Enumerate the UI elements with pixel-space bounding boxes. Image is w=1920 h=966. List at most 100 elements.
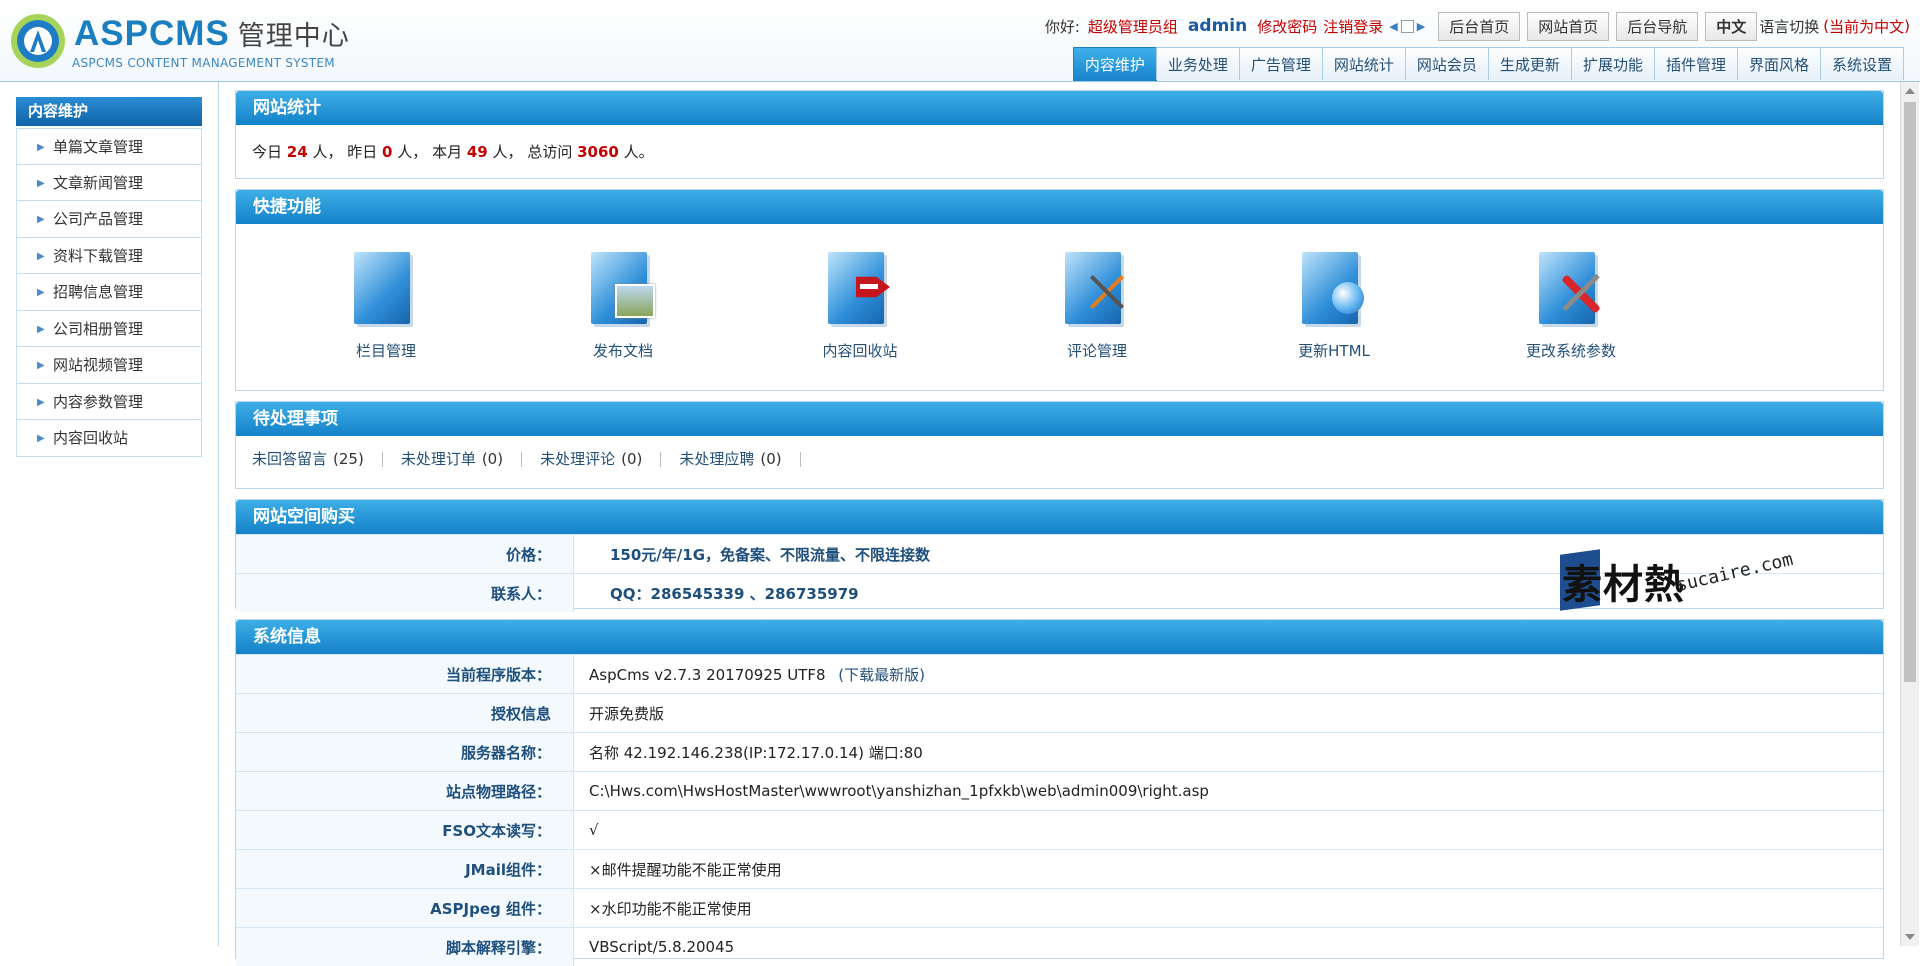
todo-count: (0) [621, 450, 642, 468]
tab-content[interactable]: 内容维护 [1073, 47, 1157, 81]
top-bar: 你好: 超级管理员组 admin 修改密码 注销登录 ◀ ▶ 后台首页 网站首页… [1045, 12, 1910, 40]
tab-themes[interactable]: 界面风格 [1737, 47, 1821, 80]
tab-extensions[interactable]: 扩展功能 [1571, 47, 1655, 80]
today-label: 今日 [252, 143, 282, 161]
folder-icon[interactable] [348, 246, 420, 328]
tab-stats[interactable]: 网站统计 [1322, 47, 1406, 80]
chevron-right-icon: ▶ [37, 420, 45, 457]
watermark-cn: 素材熱 [1562, 552, 1685, 610]
quick-label[interactable]: 更改系统参数 [1481, 340, 1661, 361]
arrow-right-icon[interactable]: ▶ [1417, 20, 1425, 33]
admin-nav-button[interactable]: 后台导航 [1616, 12, 1698, 41]
quick-item-html[interactable]: 更新HTML [1244, 246, 1481, 361]
today-count: 24 [287, 143, 308, 161]
tab-ads[interactable]: 广告管理 [1239, 47, 1323, 80]
scroll-up-icon[interactable] [1905, 88, 1915, 94]
sidebar-item-jobs[interactable]: ▶招聘信息管理 [16, 274, 202, 311]
folder-image-icon[interactable] [585, 246, 657, 328]
table-row: FSO文本读写：√ [236, 811, 1883, 850]
todo-label[interactable]: 未回答留言 [252, 450, 327, 468]
chevron-right-icon: ▶ [37, 238, 45, 275]
scrollbar-thumb[interactable] [1904, 102, 1916, 682]
chevron-right-icon: ▶ [37, 347, 45, 384]
sidebar-item-params[interactable]: ▶内容参数管理 [16, 384, 202, 421]
header: ASPCMS管理中心 ASPCMS CONTENT MANAGEMENT SYS… [0, 0, 1920, 82]
row-key: FSO文本读写： [236, 811, 574, 850]
sidebar-item-news[interactable]: ▶文章新闻管理 [16, 165, 202, 202]
username: admin [1188, 16, 1247, 36]
todo-pending-orders[interactable]: 未处理订单 (0) [401, 452, 522, 467]
change-password-link[interactable]: 修改密码 [1257, 16, 1317, 37]
folder-edit-icon[interactable] [1059, 246, 1131, 328]
quick-label[interactable]: 更新HTML [1244, 340, 1424, 361]
sidebar-item-products[interactable]: ▶公司产品管理 [16, 201, 202, 238]
sidebar-item-downloads[interactable]: ▶资料下载管理 [16, 238, 202, 275]
logo-tagline: ASPCMS CONTENT MANAGEMENT SYSTEM [72, 56, 335, 70]
arrow-left-icon[interactable]: ◀ [1389, 20, 1397, 33]
sidebar-item-label: 网站视频管理 [53, 356, 143, 374]
user-role: 超级管理员组 [1088, 16, 1178, 37]
scroll-down-icon[interactable] [1905, 934, 1915, 940]
download-latest-link[interactable]: (下载最新版) [838, 666, 925, 684]
stats-panel: 网站统计 今日 24 人， 昨日 0 人， 本月 49 人， 总访问 3060 … [235, 90, 1884, 179]
unit-label: 人， [397, 143, 427, 161]
table-row: 服务器名称：名称 42.192.146.238(IP:172.17.0.14) … [236, 733, 1883, 772]
sidebar-item-label: 单篇文章管理 [53, 138, 143, 156]
sidebar-item-single-article[interactable]: ▶单篇文章管理 [16, 128, 202, 165]
todo-unanswered-messages[interactable]: 未回答留言 (25) [252, 452, 383, 467]
todo-panel: 待处理事项 未回答留言(25) 未处理订单(0) 未处理评论(0) 未处理应聘(… [235, 401, 1884, 489]
todo-label[interactable]: 未处理订单 [401, 450, 476, 468]
chinese-button[interactable]: 中文 [1705, 12, 1757, 41]
admin-home-button[interactable]: 后台首页 [1438, 12, 1520, 41]
todo-label[interactable]: 未处理评论 [540, 450, 615, 468]
folder-globe-icon[interactable] [1296, 246, 1368, 328]
greeting: 你好: [1045, 16, 1080, 37]
todo-pending-comments[interactable]: 未处理评论 (0) [540, 452, 661, 467]
tab-plugins[interactable]: 插件管理 [1654, 47, 1738, 80]
folder-delete-icon[interactable] [822, 246, 894, 328]
todo-pending-applications[interactable]: 未处理应聘(0) [679, 452, 800, 467]
quick-label[interactable]: 内容回收站 [770, 340, 950, 361]
quick-list: 栏目管理 发布文档 内容回收站 评论管理 更新HTML 更改系统参数 [236, 224, 1883, 361]
tab-business[interactable]: 业务处理 [1156, 47, 1240, 80]
quick-item-publish[interactable]: 发布文档 [533, 246, 770, 361]
todo-list: 未回答留言 (25) 未处理订单 (0) 未处理评论 (0) 未处理应聘(0) [236, 436, 1883, 467]
row-key: 站点物理路径： [236, 772, 574, 811]
sidebar-item-label: 招聘信息管理 [53, 283, 143, 301]
tab-generate[interactable]: 生成更新 [1488, 47, 1572, 80]
yesterday-count: 0 [382, 143, 392, 161]
quick-item-columns[interactable]: 栏目管理 [296, 246, 533, 361]
tab-members[interactable]: 网站会员 [1405, 47, 1489, 80]
quick-label[interactable]: 评论管理 [1007, 340, 1187, 361]
sidebar-item-album[interactable]: ▶公司相册管理 [16, 311, 202, 348]
row-key: ASPJpeg 组件： [236, 889, 574, 928]
folder-tools-icon[interactable] [1533, 246, 1605, 328]
vertical-scrollbar[interactable] [1900, 82, 1919, 946]
scroll-arrows[interactable]: ◀ ▶ [1389, 20, 1425, 33]
quick-item-sysparams[interactable]: 更改系统参数 [1481, 246, 1718, 361]
site-home-button[interactable]: 网站首页 [1527, 12, 1609, 41]
quick-label[interactable]: 发布文档 [533, 340, 713, 361]
logout-link[interactable]: 注销登录 [1323, 16, 1383, 37]
total-count: 3060 [577, 143, 619, 161]
sidebar-item-recycle[interactable]: ▶内容回收站 [16, 420, 202, 457]
quick-label[interactable]: 栏目管理 [296, 340, 476, 361]
todo-count: (0) [482, 450, 503, 468]
quick-item-recycle[interactable]: 内容回收站 [770, 246, 1007, 361]
todo-label[interactable]: 未处理应聘 [679, 450, 754, 468]
logo-title: ASPCMS管理中心 [74, 14, 350, 54]
table-row: 站点物理路径：C:\Hws.com\HwsHostMaster\wwwroot\… [236, 772, 1883, 811]
yesterday-label: 昨日 [347, 143, 377, 161]
quick-item-comments[interactable]: 评论管理 [1007, 246, 1244, 361]
aspcms-logo-icon [8, 10, 68, 70]
version-text: AspCms v2.7.3 20170925 UTF8 [589, 666, 826, 684]
chevron-right-icon: ▶ [37, 165, 45, 202]
sidebar-item-label: 内容参数管理 [53, 393, 143, 411]
square-icon [1401, 20, 1414, 33]
sidebar-item-video[interactable]: ▶ 网站视频管理 [16, 347, 202, 384]
watermark-en: sucaire.com [1674, 549, 1795, 596]
todo-count: (25) [333, 450, 364, 468]
main-nav-tabs: 内容维护 业务处理 广告管理 网站统计 网站会员 生成更新 扩展功能 插件管理 … [1074, 47, 1904, 80]
tab-settings[interactable]: 系统设置 [1820, 47, 1904, 80]
row-key: 联系人： [236, 574, 574, 613]
